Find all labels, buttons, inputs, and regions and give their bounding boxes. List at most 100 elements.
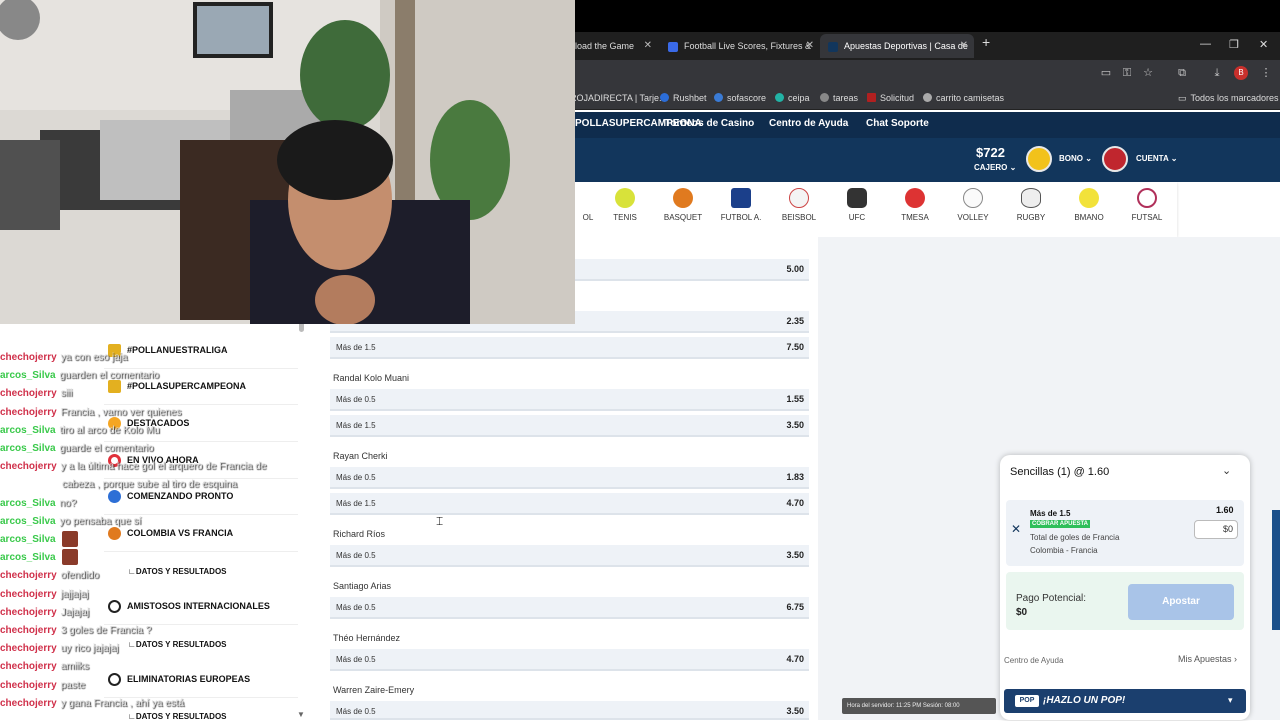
sport-rugby[interactable]: RUGBY [1006, 188, 1056, 222]
close-icon[interactable]: ✕ [644, 34, 652, 58]
betslip-title[interactable]: Sencillas (1) @ 1.60 [1010, 466, 1109, 478]
sport-futbol-americano[interactable]: FUTBOL A. [716, 188, 766, 222]
soccer-ball-icon [108, 673, 121, 686]
clock-icon [108, 490, 121, 503]
chevron-down-icon[interactable]: ⌄ [1222, 464, 1231, 477]
bookmark-solicitud[interactable]: Solicitud [867, 93, 914, 103]
sport-bmano[interactable]: BMANO [1064, 188, 1114, 222]
chat-text: Jajajaj [60, 606, 90, 618]
sport-tmesa[interactable]: TMESA [890, 188, 940, 222]
sidebar-item-eliminatorias[interactable]: ELIMINATORIAS EUROPEAS [104, 662, 298, 698]
odds-row[interactable]: Más de 0.5 1.55 [330, 389, 809, 411]
tab-football-live-scores[interactable]: Football Live Scores, Fixtures & ✕ [660, 34, 820, 58]
nav-torneos-casino[interactable]: Torneos de Casino [665, 118, 754, 129]
page-scrollbar[interactable] [1272, 510, 1280, 630]
sport-volley[interactable]: VOLLEY [948, 188, 998, 222]
minimize-icon[interactable]: — [1200, 38, 1211, 50]
odd-value: 6.75 [786, 602, 804, 612]
bookmark-tareas[interactable]: tareas [820, 93, 858, 103]
payout-value: $0 [1016, 607, 1028, 618]
chat-message: chechojerry y gana Francia , ahí ya está [0, 698, 184, 709]
help-center-link[interactable]: Centro de Ayuda [1004, 656, 1063, 665]
close-icon[interactable]: ✕ [960, 34, 968, 58]
new-tab-plus-icon[interactable]: + [982, 34, 990, 50]
folder-icon: ▭ [1178, 93, 1187, 103]
cuenta-dropdown[interactable]: CUENTA ⌄ [1136, 154, 1177, 163]
scroll-down-icon[interactable]: ▼ [297, 710, 305, 719]
player-name: Randal Kolo Muani [333, 373, 410, 383]
bookmark-rushbet[interactable]: Rushbet [660, 93, 707, 103]
odds-row[interactable]: Más de 0.5 6.75 [330, 597, 809, 619]
place-bet-button[interactable]: Apostar [1128, 584, 1234, 620]
market-label: Más de 1.5 [336, 343, 376, 352]
chat-message: chechojerry jajjajaj [0, 589, 89, 600]
bookmark-rojadirecta[interactable]: ROJADIRECTA | Tarje... [570, 93, 667, 103]
chevron-down-icon[interactable]: ▾ [1228, 695, 1233, 706]
chat-username: chechojerry [0, 643, 57, 655]
site-favicon-icon [668, 41, 678, 52]
chat-message: chechojerry y a la última hace gol el arq… [0, 461, 266, 472]
bookmark-ceipa[interactable]: ceipa [775, 93, 810, 103]
menu-kebab-icon[interactable]: ⋮ [1259, 66, 1273, 80]
all-bookmarks[interactable]: ▭ Todos los marcadores [1178, 93, 1279, 104]
close-icon[interactable]: ✕ [806, 34, 814, 58]
odds-row[interactable]: Más de 0.5 3.50 [330, 545, 809, 567]
odd-value: 1.83 [786, 472, 804, 482]
sidebar-item-amistosos[interactable]: AMISTOSOS INTERNACIONALES [104, 589, 298, 625]
chat-text: ofendido [60, 570, 100, 582]
webcam-scene [0, 0, 575, 324]
chat-message: chechojerry ofendido [0, 570, 99, 581]
odds-row[interactable]: Más de 1.5 3.50 [330, 415, 809, 437]
bookmark-sofascore[interactable]: sofascore [714, 93, 766, 103]
chat-username: chechojerry [0, 352, 57, 363]
sport-beisbol[interactable]: BEISBOL [774, 188, 824, 222]
odds-row[interactable]: Más de 0.5 3.50 [330, 701, 809, 720]
chat-text: guarde el comentario [59, 443, 154, 454]
chat-username: chechojerry [0, 588, 57, 600]
stake-input[interactable]: $0 [1194, 520, 1238, 539]
star-icon[interactable]: ☆ [1141, 66, 1155, 80]
profile-avatar[interactable]: B [1234, 66, 1248, 80]
player-name: Santiago Arias [333, 581, 392, 591]
sport-basquet[interactable]: BASQUET [658, 188, 708, 222]
tab-apuestas-deportivas[interactable]: Apuestas Deportivas | Casa de ✕ [820, 34, 974, 58]
sport-tenis[interactable]: TENIS [600, 188, 650, 222]
sidebar-sub-datos-resultados[interactable]: ∟DATOS Y RESULTADOS [128, 567, 227, 576]
trophy-icon [108, 380, 121, 393]
bono-dropdown[interactable]: BONO ⌄ [1059, 154, 1092, 163]
odds-row[interactable]: Más de 0.5 4.70 [330, 649, 809, 671]
baseball-icon [789, 188, 809, 208]
address-bar[interactable] [560, 60, 1280, 88]
chat-message: arcos_Silva guarde el comentario [0, 443, 154, 454]
restore-icon[interactable]: ❐ [1229, 38, 1239, 51]
bookmark-carrito[interactable]: carrito camisetas [923, 93, 1004, 103]
extensions-icon[interactable]: ⧉ [1175, 66, 1189, 80]
my-bets-link[interactable]: Mis Apuestas › [1178, 654, 1237, 664]
sidebar-item-pollanuestraliga[interactable]: #POLLANUESTRALIGA [104, 333, 298, 369]
webcam-overlay [0, 0, 575, 324]
window-close-icon[interactable]: ✕ [1259, 38, 1268, 51]
tab-download-game[interactable]: nload the Game ✕ [562, 34, 658, 58]
odds-row[interactable]: Más de 1.5 7.50 [330, 337, 809, 359]
odds-row[interactable]: Más de 1.5 4.70 [330, 493, 809, 515]
cajero-dropdown[interactable]: CAJERO ⌄ [974, 163, 1016, 172]
nav-chat-soporte[interactable]: Chat Soporte [866, 118, 929, 129]
bono-avatar-icon[interactable] [1026, 146, 1052, 172]
sport-futsal[interactable]: FUTSAL [1122, 188, 1172, 222]
bookmark-favicon-icon [660, 93, 669, 102]
chat-message: arcos_Silva [0, 552, 60, 563]
user-avatar[interactable] [1102, 146, 1128, 172]
chat-text: 3 goles de Francia ? [60, 625, 152, 636]
remove-bet-icon[interactable]: ✕ [1011, 522, 1021, 536]
nav-centro-ayuda[interactable]: Centro de Ayuda [769, 118, 848, 129]
tab-label: Football Live Scores, Fixtures & [684, 41, 812, 51]
download-icon[interactable]: ⤓ [1210, 66, 1224, 80]
sport-ufc[interactable]: UFC [832, 188, 882, 222]
odds-row[interactable]: Más de 0.5 1.83 [330, 467, 809, 489]
chat-message: chechojerry uy rico jajajaj [0, 643, 119, 654]
chat-text: Francia , vamo ver quienes [60, 406, 182, 418]
cast-icon[interactable]: ▭ [1099, 66, 1113, 80]
chat-message: arcos_Silva tiro al arco de Kolo Mu [0, 425, 160, 436]
sidebar-sub-datos-resultados[interactable]: ∟DATOS Y RESULTADOS [128, 640, 227, 649]
key-icon[interactable]: ⚿ [1120, 66, 1134, 80]
